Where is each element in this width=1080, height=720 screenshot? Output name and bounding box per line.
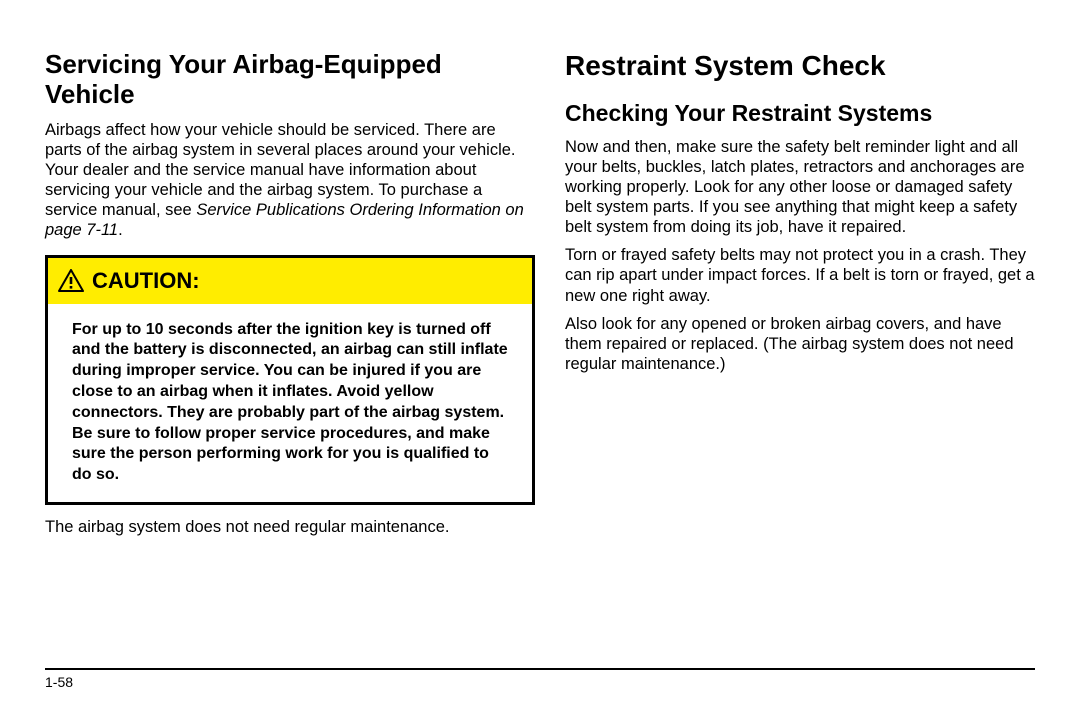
right-column: Restraint System Check Checking Your Res… [565,50,1035,640]
left-heading: Servicing Your Airbag-Equipped Vehicle [45,50,535,110]
left-paragraph-1: Airbags affect how your vehicle should b… [45,120,535,241]
page-content: Servicing Your Airbag-Equipped Vehicle A… [45,50,1035,640]
caution-header: CAUTION: [48,258,532,304]
left-column: Servicing Your Airbag-Equipped Vehicle A… [45,50,535,640]
caution-label: CAUTION: [92,268,200,294]
caution-text: For up to 10 seconds after the ignition … [72,320,510,486]
right-para-3: Also look for any opened or broken airba… [565,314,1035,374]
warning-triangle-icon [58,269,84,292]
caution-box: CAUTION: For up to 10 seconds after the … [45,255,535,505]
footer-rule [45,668,1035,670]
para1-part-c: . [118,221,123,239]
page-number: 1-58 [45,674,1035,690]
page-footer: 1-58 [45,668,1035,690]
after-caution-text: The airbag system does not need regular … [45,517,535,537]
right-para-1: Now and then, make sure the safety belt … [565,137,1035,238]
caution-body: For up to 10 seconds after the ignition … [48,304,532,502]
right-para-2: Torn or frayed safety belts may not prot… [565,245,1035,305]
section-title: Restraint System Check [565,50,1035,82]
right-subheading: Checking Your Restraint Systems [565,100,1035,126]
